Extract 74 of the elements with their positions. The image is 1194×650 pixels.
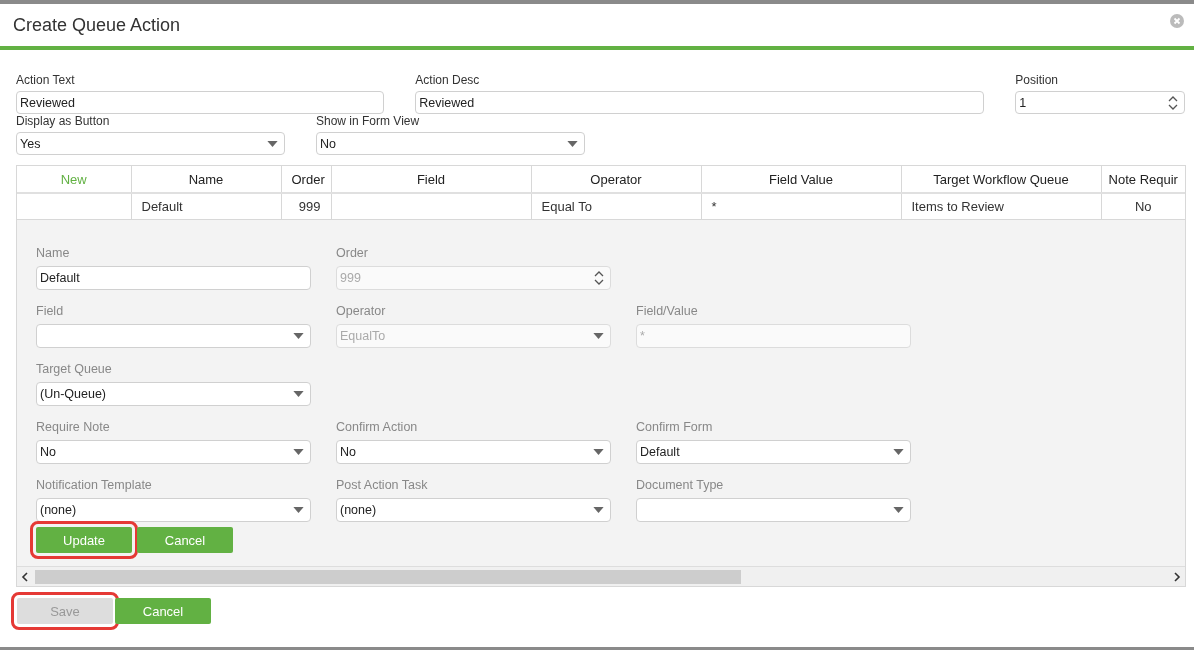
dropdown[interactable]: Yes [16,132,285,155]
field-value: (Un-Queue) [40,387,106,401]
field-label: Confirm Form [636,420,714,434]
field-label: Document Type [636,478,725,492]
field-label: Post Action Task [336,478,429,492]
dropdown[interactable]: (none) [36,498,311,522]
dropdown[interactable]: No [316,132,585,155]
field-label: Show in Form View [316,114,421,128]
field-label: Operator [336,304,387,318]
column-header: Field Value [701,166,901,193]
table-cell: 999 [298,199,321,214]
dropdown[interactable]: (Un-Queue) [36,382,311,406]
number-field[interactable]: 1 [1015,91,1185,114]
field-label: Name [36,246,71,260]
field-value: Default [640,445,680,459]
dialog-title: Create Queue Action [13,14,181,36]
spinner-icon [1168,94,1178,111]
field-value: No [40,445,56,459]
column-header: Field [331,166,531,193]
horizontal-scrollbar[interactable] [17,566,1185,586]
close-icon[interactable] [1170,14,1184,28]
caret-icon [593,449,604,455]
table-cell: Items to Review [911,199,1004,214]
caret-icon [293,391,304,397]
table-cell: Equal To [541,199,592,214]
field-label: Notification Template [36,478,153,492]
table-cell: No [1134,199,1152,214]
column-header: Order [281,166,331,193]
field-label: Action Text [16,73,76,87]
input-field[interactable]: Default [36,266,311,290]
caret-icon [893,449,904,455]
field-value: 1 [1019,95,1027,110]
field-label: Position [1015,73,1059,87]
field-value: Yes [20,136,41,151]
field-value: 999 [340,271,361,285]
field-label: Order [336,246,369,260]
input-field[interactable]: Reviewed [415,91,985,114]
caret-icon [293,333,304,339]
dropdown[interactable]: No [336,440,611,464]
column-header: Target Workflow Queue [901,166,1101,193]
spinner-icon [594,270,604,286]
caret-icon [293,507,304,513]
field-value: Reviewed [419,95,475,110]
column-header: Name [131,166,281,193]
caret-icon [267,140,278,147]
field-label: Confirm Action [336,420,419,434]
dropdown[interactable] [36,324,311,348]
input-field[interactable]: Reviewed [16,91,385,114]
caret-icon [293,449,304,455]
field-value: No [340,445,356,459]
caret-icon [893,507,904,513]
column-header: Operator [531,166,701,193]
dropdown[interactable]: Default [636,440,911,464]
column-header: Note Requir [1101,166,1185,193]
dropdown[interactable]: No [36,440,311,464]
field-value: No [320,136,336,151]
field-label: Action Desc [415,73,481,87]
table-cell: Default [141,199,183,214]
field-value: (none) [40,503,77,517]
field-label: Target Queue [36,362,113,376]
caret-icon [593,507,604,513]
dropdown[interactable]: (none) [336,498,611,522]
table-cell: * [711,199,717,214]
field-label: Field/Value [636,304,699,318]
dropdown[interactable] [636,498,911,522]
field-value: (none) [340,503,377,517]
field-value: Reviewed [20,95,75,110]
field-label: Require Note [36,420,111,434]
caret-icon [593,333,604,339]
caret-icon [567,140,578,147]
field-value: Default [40,271,80,285]
field-label: Display as Button [16,114,111,128]
field-label: Field [36,304,65,318]
field-value: * [640,329,645,343]
